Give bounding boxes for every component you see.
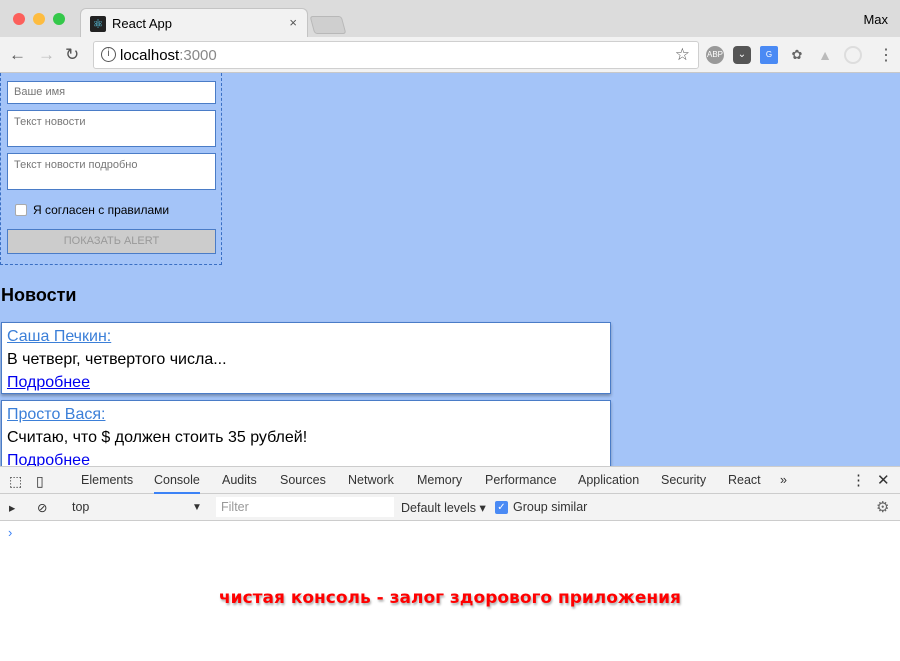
name-input[interactable]: Ваше имя <box>7 81 216 104</box>
show-alert-button[interactable]: ПОКАЗАТЬ ALERT <box>7 229 216 254</box>
news-text: Считаю, что $ должен стоить 35 рублей! <box>7 429 308 446</box>
more-tabs-icon[interactable]: » <box>780 473 787 487</box>
devtools-tabs: ⬚ ▯ Elements Console Audits Sources Netw… <box>0 467 900 494</box>
inspect-icon[interactable]: ⬚ <box>9 473 22 490</box>
devtools-panel: ⬚ ▯ Elements Console Audits Sources Netw… <box>0 466 900 661</box>
news-item: Саша Печкин: В четверг, четвертого числа… <box>1 322 611 394</box>
news-author[interactable]: Саша Печкин: <box>7 325 605 348</box>
read-more-link[interactable]: Подробнее <box>7 371 605 394</box>
gear-icon[interactable]: ⚙ <box>876 498 889 516</box>
tab-elements[interactable]: Elements <box>81 473 133 487</box>
sidebar-toggle-icon[interactable]: ▸ <box>9 500 15 515</box>
device-toolbar-icon[interactable]: ▯ <box>36 473 44 490</box>
news-title: Новости <box>1 285 77 305</box>
tab-sources[interactable]: Sources <box>280 473 326 487</box>
translate-icon[interactable]: G <box>760 46 778 64</box>
news-form: Ваше имя Текст новости Текст новости под… <box>0 73 222 265</box>
group-similar-label[interactable]: Group similar <box>513 500 587 514</box>
levels-dropdown[interactable]: Default levels ▾ <box>401 500 486 515</box>
close-devtools-icon[interactable]: ✕ <box>877 471 890 489</box>
bigtext-textarea[interactable]: Текст новости подробно <box>7 153 216 190</box>
filter-input[interactable]: Filter <box>216 497 394 517</box>
text-textarea[interactable]: Текст новости <box>7 110 216 147</box>
tab-close-icon[interactable]: × <box>289 15 297 30</box>
info-icon[interactable]: i <box>101 47 116 62</box>
news-item: Просто Вася: Считаю, что $ должен стоить… <box>1 400 611 466</box>
react-icon: ⚛ <box>90 16 106 32</box>
menu-icon[interactable]: ⋮ <box>878 45 894 65</box>
minimize-window-button[interactable] <box>33 13 45 25</box>
url-host: localhost <box>120 47 180 64</box>
tab-react[interactable]: React <box>728 473 761 487</box>
devtools-menu-icon[interactable]: ⋮ <box>851 471 866 489</box>
star-icon[interactable]: ☆ <box>675 45 690 65</box>
browser-tab[interactable]: ⚛ React App × <box>80 8 308 38</box>
tab-security[interactable]: Security <box>661 473 706 487</box>
tab-audits[interactable]: Audits <box>222 473 257 487</box>
tab-network[interactable]: Network <box>348 473 394 487</box>
context-select[interactable]: top <box>72 500 89 514</box>
agree-checkbox[interactable] <box>15 204 27 216</box>
tab-memory[interactable]: Memory <box>417 473 462 487</box>
caption: чистая консоль - залог здорового приложе… <box>219 588 681 608</box>
chevron-down-icon[interactable]: ▼ <box>192 502 202 513</box>
new-tab-button[interactable] <box>309 16 347 34</box>
url-port: :3000 <box>179 47 217 64</box>
extension-circle-icon[interactable] <box>844 46 862 64</box>
drive-icon[interactable]: ▲ <box>816 46 834 64</box>
console-toolbar: ▸ ⊘ top ▼ Filter Default levels ▾ ✓ Grou… <box>0 494 900 521</box>
tab-application[interactable]: Application <box>578 473 639 487</box>
group-similar-checkbox[interactable]: ✓ <box>495 501 508 514</box>
agree-label[interactable]: Я согласен с правилами <box>33 203 169 217</box>
title-bar: ⚛ React App × Max <box>0 0 900 38</box>
tab-title: React App <box>112 16 172 31</box>
close-window-button[interactable] <box>13 13 25 25</box>
adblock-icon[interactable]: ABP <box>706 46 724 64</box>
news-text: В четверг, четвертого числа... <box>7 351 227 368</box>
page-viewport: Ваше имя Текст новости Текст новости под… <box>0 73 900 466</box>
maximize-window-button[interactable] <box>53 13 65 25</box>
tab-performance[interactable]: Performance <box>485 473 557 487</box>
pocket-icon[interactable]: ⌄ <box>733 46 751 64</box>
profile-name[interactable]: Max <box>863 12 888 27</box>
extension-icon[interactable]: ✿ <box>788 46 806 64</box>
console-prompt[interactable]: › <box>8 525 12 540</box>
address-bar[interactable]: i localhost:3000 ☆ <box>93 41 699 69</box>
browser-toolbar: ← → ↻ i localhost:3000 ☆ ABP ⌄ G ✿ ▲ ⋮ <box>0 37 900 73</box>
news-author[interactable]: Просто Вася: <box>7 403 605 426</box>
tab-console[interactable]: Console <box>154 473 200 494</box>
forward-icon[interactable]: → <box>38 45 55 65</box>
back-icon[interactable]: ← <box>9 45 26 65</box>
read-more-link[interactable]: Подробнее <box>7 449 605 466</box>
clear-console-icon[interactable]: ⊘ <box>37 500 47 515</box>
reload-icon[interactable]: ↻ <box>65 45 79 65</box>
